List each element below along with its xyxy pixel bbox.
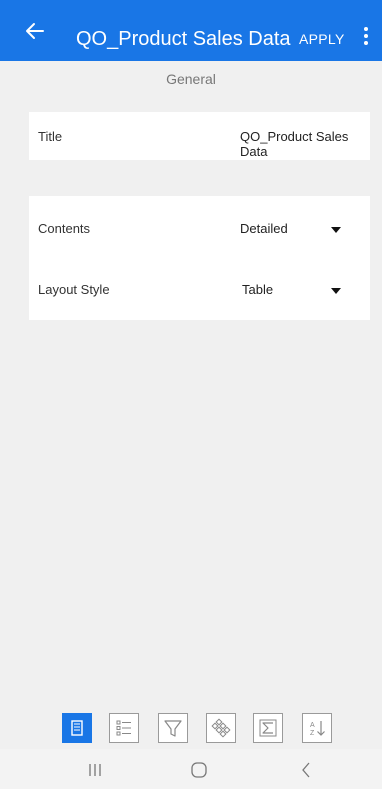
- contents-label: Contents: [38, 221, 91, 236]
- apply-button[interactable]: APPLY: [299, 30, 345, 48]
- contents-select[interactable]: Detailed: [240, 221, 288, 236]
- page-title: QO_Product Sales Data: [76, 28, 291, 50]
- section-label-general: General: [166, 71, 216, 87]
- svg-text:A: A: [310, 722, 315, 729]
- title-card: Title QO_Product Sales Data: [29, 112, 370, 160]
- arrow-left-icon[interactable]: [22, 18, 48, 44]
- list-icon: [116, 720, 131, 736]
- title-value[interactable]: QO_Product Sales Data: [240, 129, 370, 159]
- home-icon[interactable]: [187, 759, 211, 781]
- general-tab-button[interactable]: [62, 713, 92, 743]
- filter-icon: [164, 720, 182, 737]
- app-bar: QO_Product Sales Data APPLY: [0, 0, 382, 61]
- options-card: Contents Detailed Layout Style Table: [29, 196, 370, 320]
- chevron-down-icon[interactable]: [331, 288, 341, 294]
- pattern-icon: [211, 718, 231, 738]
- layout-style-label: Layout Style: [38, 282, 110, 297]
- title-label: Title: [38, 129, 63, 144]
- svg-text:Z: Z: [310, 730, 315, 737]
- layout-style-select[interactable]: Table: [242, 282, 273, 297]
- more-vertical-icon[interactable]: [360, 24, 372, 48]
- filter-tab-button[interactable]: [158, 713, 188, 743]
- pattern-tab-button[interactable]: [206, 713, 236, 743]
- chevron-down-icon[interactable]: [331, 227, 341, 233]
- bottom-toolbar: A Z: [0, 703, 382, 749]
- general-icon: [71, 720, 83, 736]
- recents-icon[interactable]: [83, 759, 107, 781]
- sort-tab-button[interactable]: A Z: [302, 713, 332, 743]
- back-chevron-icon[interactable]: [294, 759, 318, 781]
- sum-icon: [259, 719, 277, 737]
- system-nav-bar: [0, 749, 382, 789]
- sort-az-icon: A Z: [310, 721, 325, 737]
- sum-tab-button[interactable]: [253, 713, 283, 743]
- list-tab-button[interactable]: [109, 713, 139, 743]
